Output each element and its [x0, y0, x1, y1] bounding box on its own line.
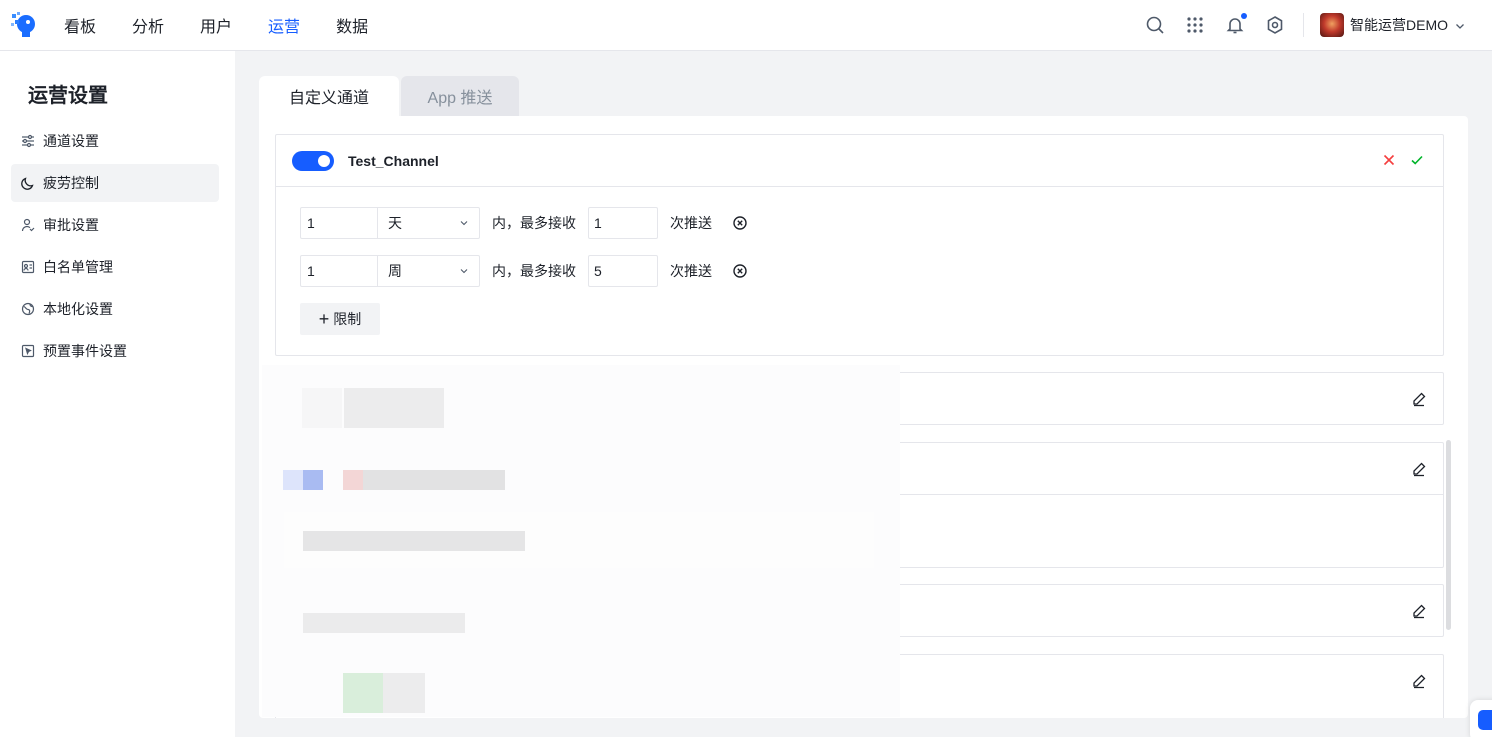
edit-icon[interactable]	[1411, 391, 1427, 407]
settings-icon[interactable]	[1265, 15, 1285, 35]
rule-suffix: 次推送	[670, 263, 712, 279]
search-icon[interactable]	[1145, 15, 1165, 35]
chat-icon	[1478, 710, 1492, 730]
notification-dot	[1241, 13, 1247, 19]
channel-enable-switch[interactable]	[292, 150, 334, 171]
cancel-icon[interactable]	[1381, 152, 1397, 168]
globe-icon	[21, 302, 35, 316]
sliders-icon	[21, 134, 35, 148]
sidebar-item-localization[interactable]: 本地化设置	[11, 290, 219, 328]
main-nav: 看板 分析 用户 运营 数据	[64, 0, 404, 50]
nav-operations[interactable]: 运营	[268, 13, 300, 37]
top-navbar: 看板 分析 用户 运营 数据 智能运营DEMO	[0, 0, 1492, 51]
sidebar-item-label: 通道设置	[43, 133, 99, 149]
chevron-down-icon[interactable]	[1454, 19, 1466, 31]
unit-select-value: 天	[388, 215, 402, 231]
sidebar-item-approval-settings[interactable]: 审批设置	[11, 206, 219, 244]
sidebar-item-preset-events[interactable]: 预置事件设置	[11, 332, 219, 370]
sidebar: 运营设置 通道设置 疲劳控制 审批设置 白名单管理 本地化设置 预置事件设置	[0, 51, 235, 737]
sidebar-item-label: 白名单管理	[43, 259, 113, 275]
unit-select[interactable]: 周	[378, 255, 480, 287]
sidebar-item-label: 疲劳控制	[43, 175, 99, 191]
sidebar-menu: 通道设置 疲劳控制 审批设置 白名单管理 本地化设置 预置事件设置	[11, 122, 219, 374]
channel-card-expanded: Test_Channel 1 天 内，最多接收 1 次推送 1 周 内，最多接收	[275, 134, 1444, 356]
user-name[interactable]: 智能运营DEMO	[1350, 15, 1448, 35]
channel-card-header: Test_Channel	[276, 135, 1443, 187]
nav-users[interactable]: 用户	[200, 13, 232, 37]
fatigue-rule-row: 1 周 内，最多接收 5 次推送	[300, 255, 748, 287]
rule-text: 内，最多接收	[492, 215, 576, 231]
rule-suffix: 次推送	[670, 215, 712, 231]
count-input[interactable]: 5	[588, 255, 658, 287]
add-limit-button[interactable]: + 限制	[300, 303, 380, 335]
nav-dashboard[interactable]: 看板	[64, 13, 96, 37]
edit-icon[interactable]	[1411, 461, 1427, 477]
bell-icon[interactable]	[1225, 13, 1247, 35]
nav-analysis[interactable]: 分析	[132, 13, 164, 37]
sidebar-item-whitelist[interactable]: 白名单管理	[11, 248, 219, 286]
fatigue-rule-row: 1 天 内，最多接收 1 次推送	[300, 207, 748, 239]
app-logo-icon[interactable]	[10, 10, 38, 38]
chevron-down-icon	[459, 218, 469, 228]
sidebar-item-label: 本地化设置	[43, 301, 113, 317]
unit-select[interactable]: 天	[378, 207, 480, 239]
count-input[interactable]: 1	[588, 207, 658, 239]
unit-select-value: 周	[388, 263, 402, 279]
tab-app-push[interactable]: App 推送	[401, 76, 519, 116]
confirm-check-icon[interactable]	[1409, 152, 1425, 168]
sidebar-item-label: 审批设置	[43, 217, 99, 233]
apps-grid-icon[interactable]	[1185, 15, 1205, 35]
remove-circle-icon[interactable]	[732, 215, 748, 231]
cursor-box-icon	[21, 344, 35, 358]
user-check-icon	[21, 218, 35, 232]
moon-icon	[21, 176, 35, 190]
divider	[1303, 13, 1304, 37]
remove-circle-icon[interactable]	[732, 263, 748, 279]
channel-name: Test_Channel	[348, 152, 439, 169]
rule-text: 内，最多接收	[492, 263, 576, 279]
period-input[interactable]: 1	[300, 255, 378, 287]
plus-icon: +	[318, 309, 330, 329]
sidebar-title: 运营设置	[28, 85, 108, 107]
scrollbar[interactable]	[1446, 440, 1451, 630]
tab-custom-channel[interactable]: 自定义通道	[259, 76, 399, 116]
period-input[interactable]: 1	[300, 207, 378, 239]
pixelated-region	[262, 365, 900, 717]
chevron-down-icon	[459, 266, 469, 276]
edit-icon[interactable]	[1411, 673, 1427, 689]
id-card-icon	[21, 260, 35, 274]
edit-icon[interactable]	[1411, 603, 1427, 619]
sidebar-item-channel-settings[interactable]: 通道设置	[11, 122, 219, 160]
help-float-button[interactable]	[1470, 700, 1492, 737]
sidebar-item-label: 预置事件设置	[43, 343, 127, 359]
nav-data[interactable]: 数据	[336, 13, 368, 37]
sidebar-item-fatigue-control[interactable]: 疲劳控制	[11, 164, 219, 202]
add-limit-label: 限制	[333, 311, 362, 327]
avatar[interactable]	[1320, 13, 1344, 37]
